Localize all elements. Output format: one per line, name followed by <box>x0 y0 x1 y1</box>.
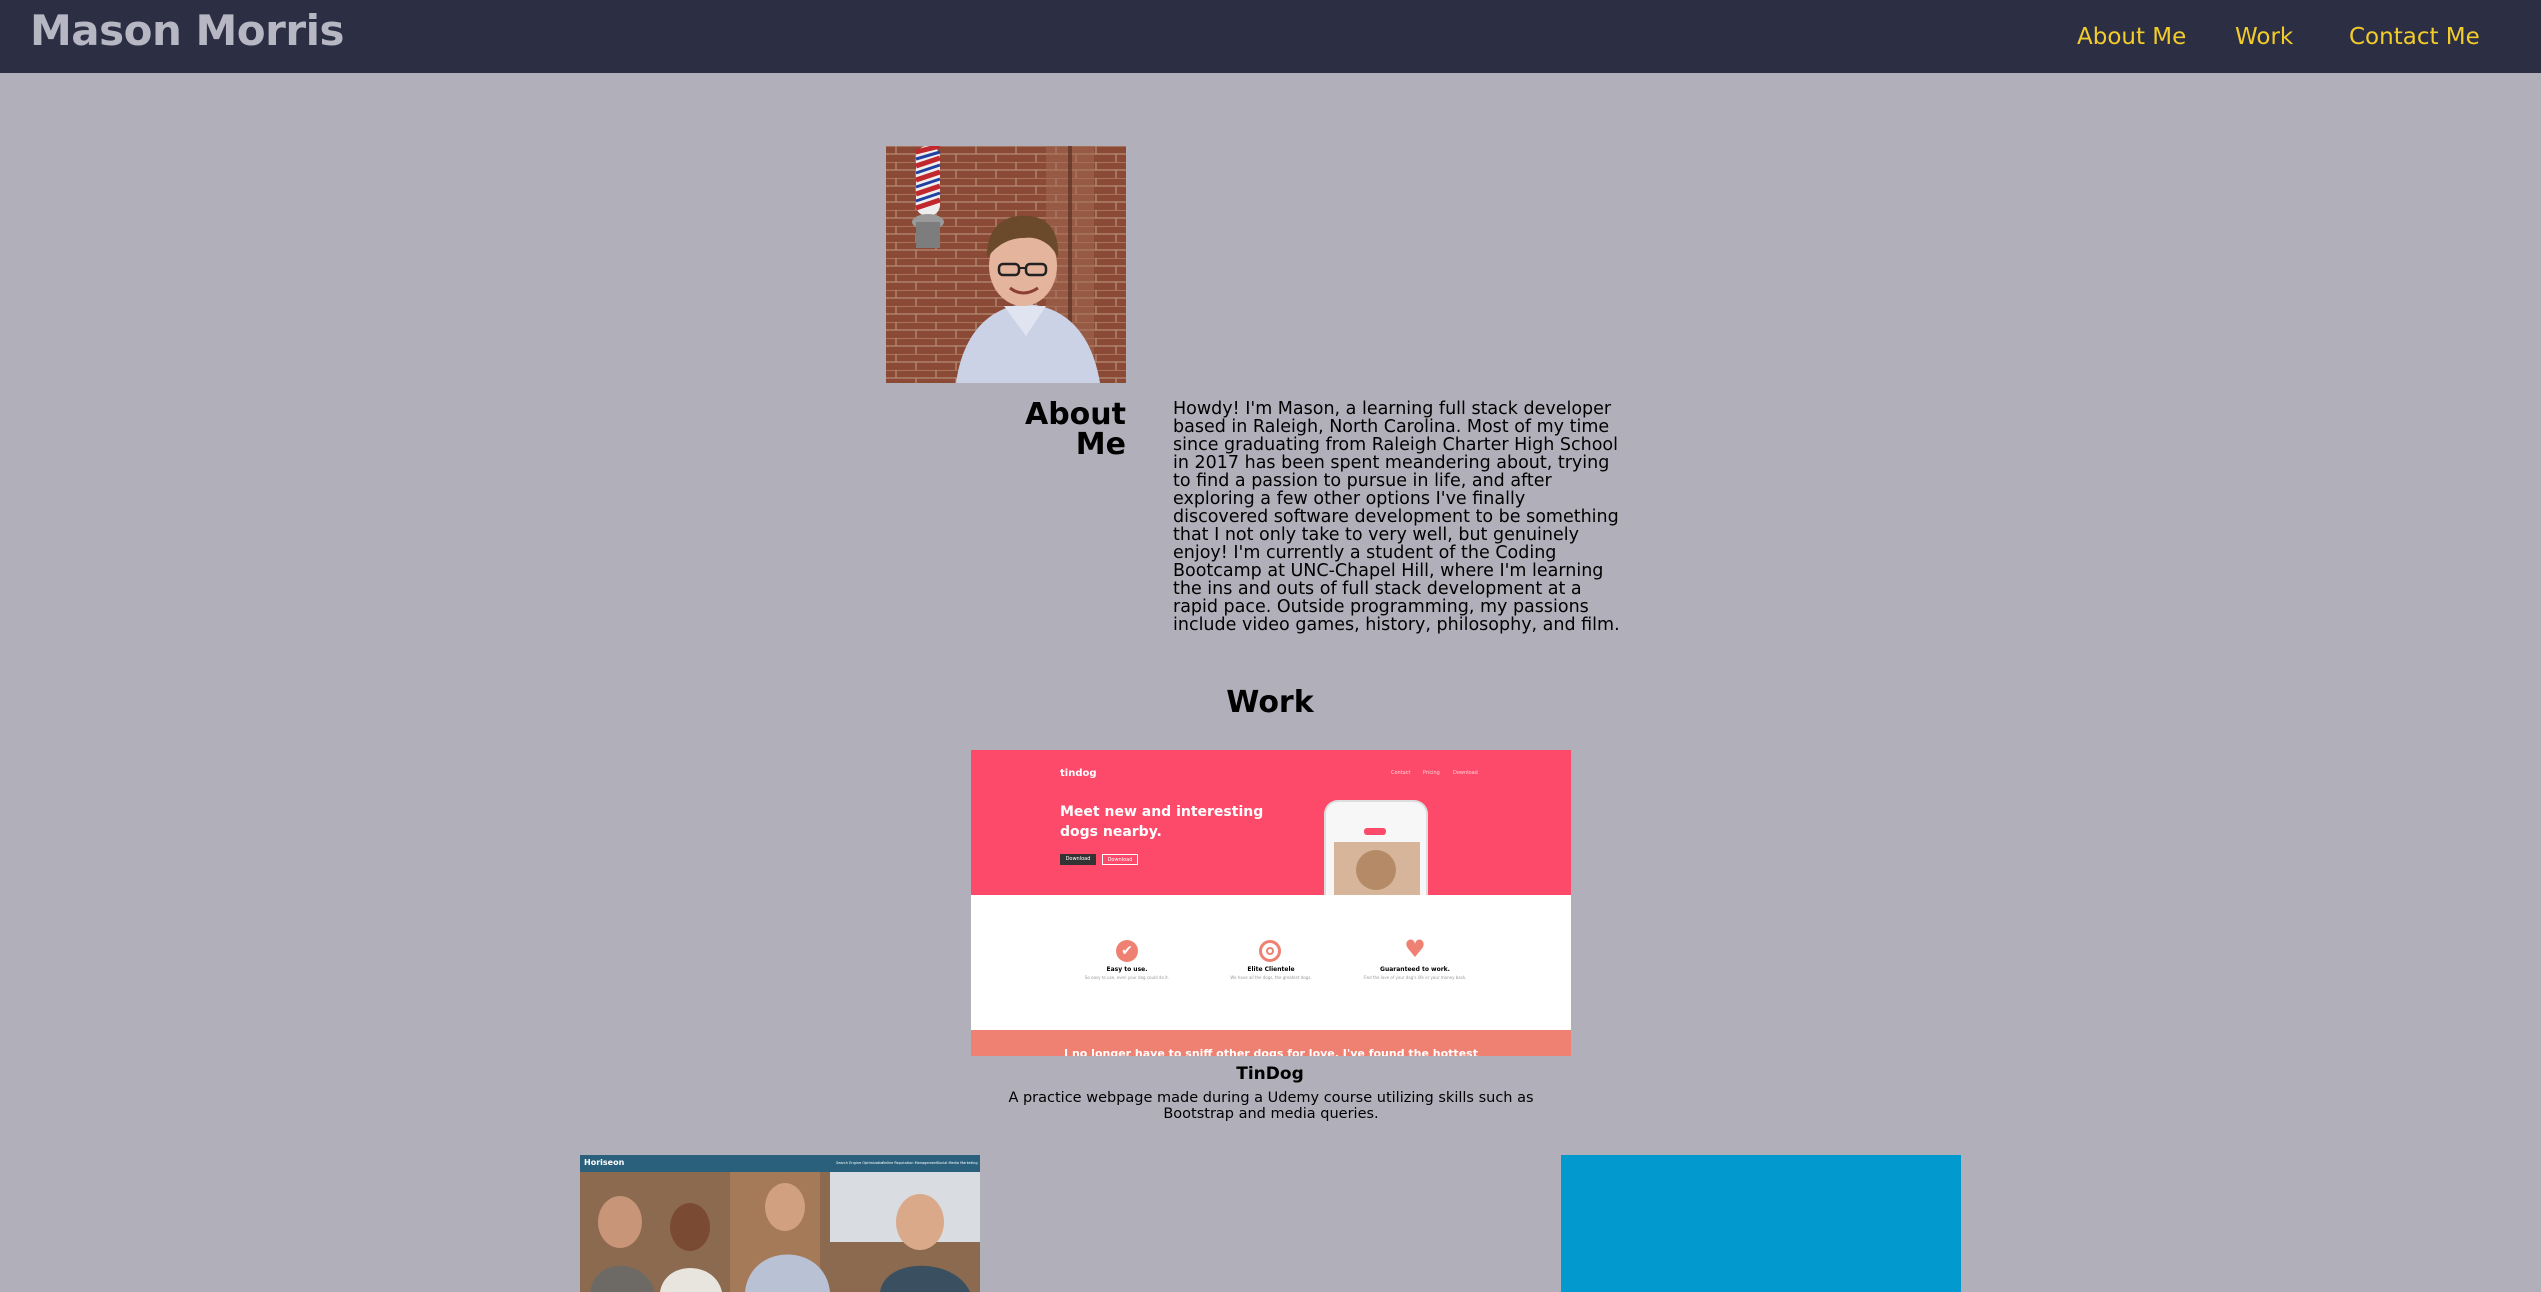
brand-name[interactable]: Mason Morris <box>30 6 344 55</box>
project-title-tindog: TinDog <box>1236 1064 1304 1084</box>
tindog-nav-contact: Contact <box>1391 770 1411 776</box>
horiseon-logo: Horiseon <box>584 1158 625 1167</box>
horiseon-nav-smm: Social Media Marketing <box>937 1161 978 1165</box>
tindog-project-image[interactable]: tindog Contact Pricing Download Meet new… <box>971 750 1571 1056</box>
profile-photo <box>886 146 1126 383</box>
tindog-nav-download: Download <box>1453 770 1478 776</box>
nav-link-work[interactable]: Work <box>2235 24 2293 50</box>
tindog-download-button: Download <box>1060 854 1096 865</box>
tindog-headline: Meet new and interesting dogs nearby. <box>1060 804 1264 840</box>
tindog-testimonial-banner: I no longer have to sniff other dogs for… <box>971 1030 1571 1056</box>
tindog-phone-mockup <box>1324 800 1428 895</box>
horiseon-project-image[interactable]: Horiseon Search Engine Optimization Onli… <box>580 1155 980 1292</box>
feature-title-1: Easy to use. <box>1106 966 1148 973</box>
about-text: Howdy! I'm Mason, a learning full stack … <box>1173 399 1620 635</box>
about-heading: About Me <box>1024 397 1126 462</box>
nav-link-about[interactable]: About Me <box>2077 24 2186 50</box>
tindog-nav-pricing: Pricing <box>1423 770 1440 776</box>
horiseon-hero-photo <box>580 1172 980 1292</box>
tindog-logo: tindog <box>1060 768 1097 779</box>
navbar: Mason Morris About Me Work Contact Me <box>0 0 2541 73</box>
work-heading: Work <box>1226 685 1314 720</box>
horiseon-nav-seo: Search Engine Optimization <box>836 1161 885 1165</box>
target-icon <box>1259 940 1281 962</box>
feature-title-2: Elite Clientele <box>1247 966 1295 973</box>
tindog-testimonial-text: I no longer have to sniff other dogs for… <box>1064 1047 1478 1056</box>
heart-icon: ♥ <box>1404 935 1426 963</box>
horiseon-nav-orm: Online Reputation Management <box>882 1161 938 1165</box>
project-3-image[interactable] <box>1561 1155 1961 1292</box>
feature-text-1: So easy to use, even your dog could do i… <box>1084 975 1170 980</box>
check-circle-icon: ✔ <box>1116 940 1138 962</box>
tindog-download-button-2: Download <box>1102 854 1138 865</box>
nav-link-contact[interactable]: Contact Me <box>2349 24 2480 50</box>
feature-text-2: We have all the dogs, the greatest dogs. <box>1230 975 1312 980</box>
feature-title-3: Guaranteed to work. <box>1380 966 1450 973</box>
project-description-tindog: A practice webpage made during a Udemy c… <box>1008 1090 1534 1122</box>
feature-text-3: Find the love of your dog's life or your… <box>1363 975 1467 980</box>
